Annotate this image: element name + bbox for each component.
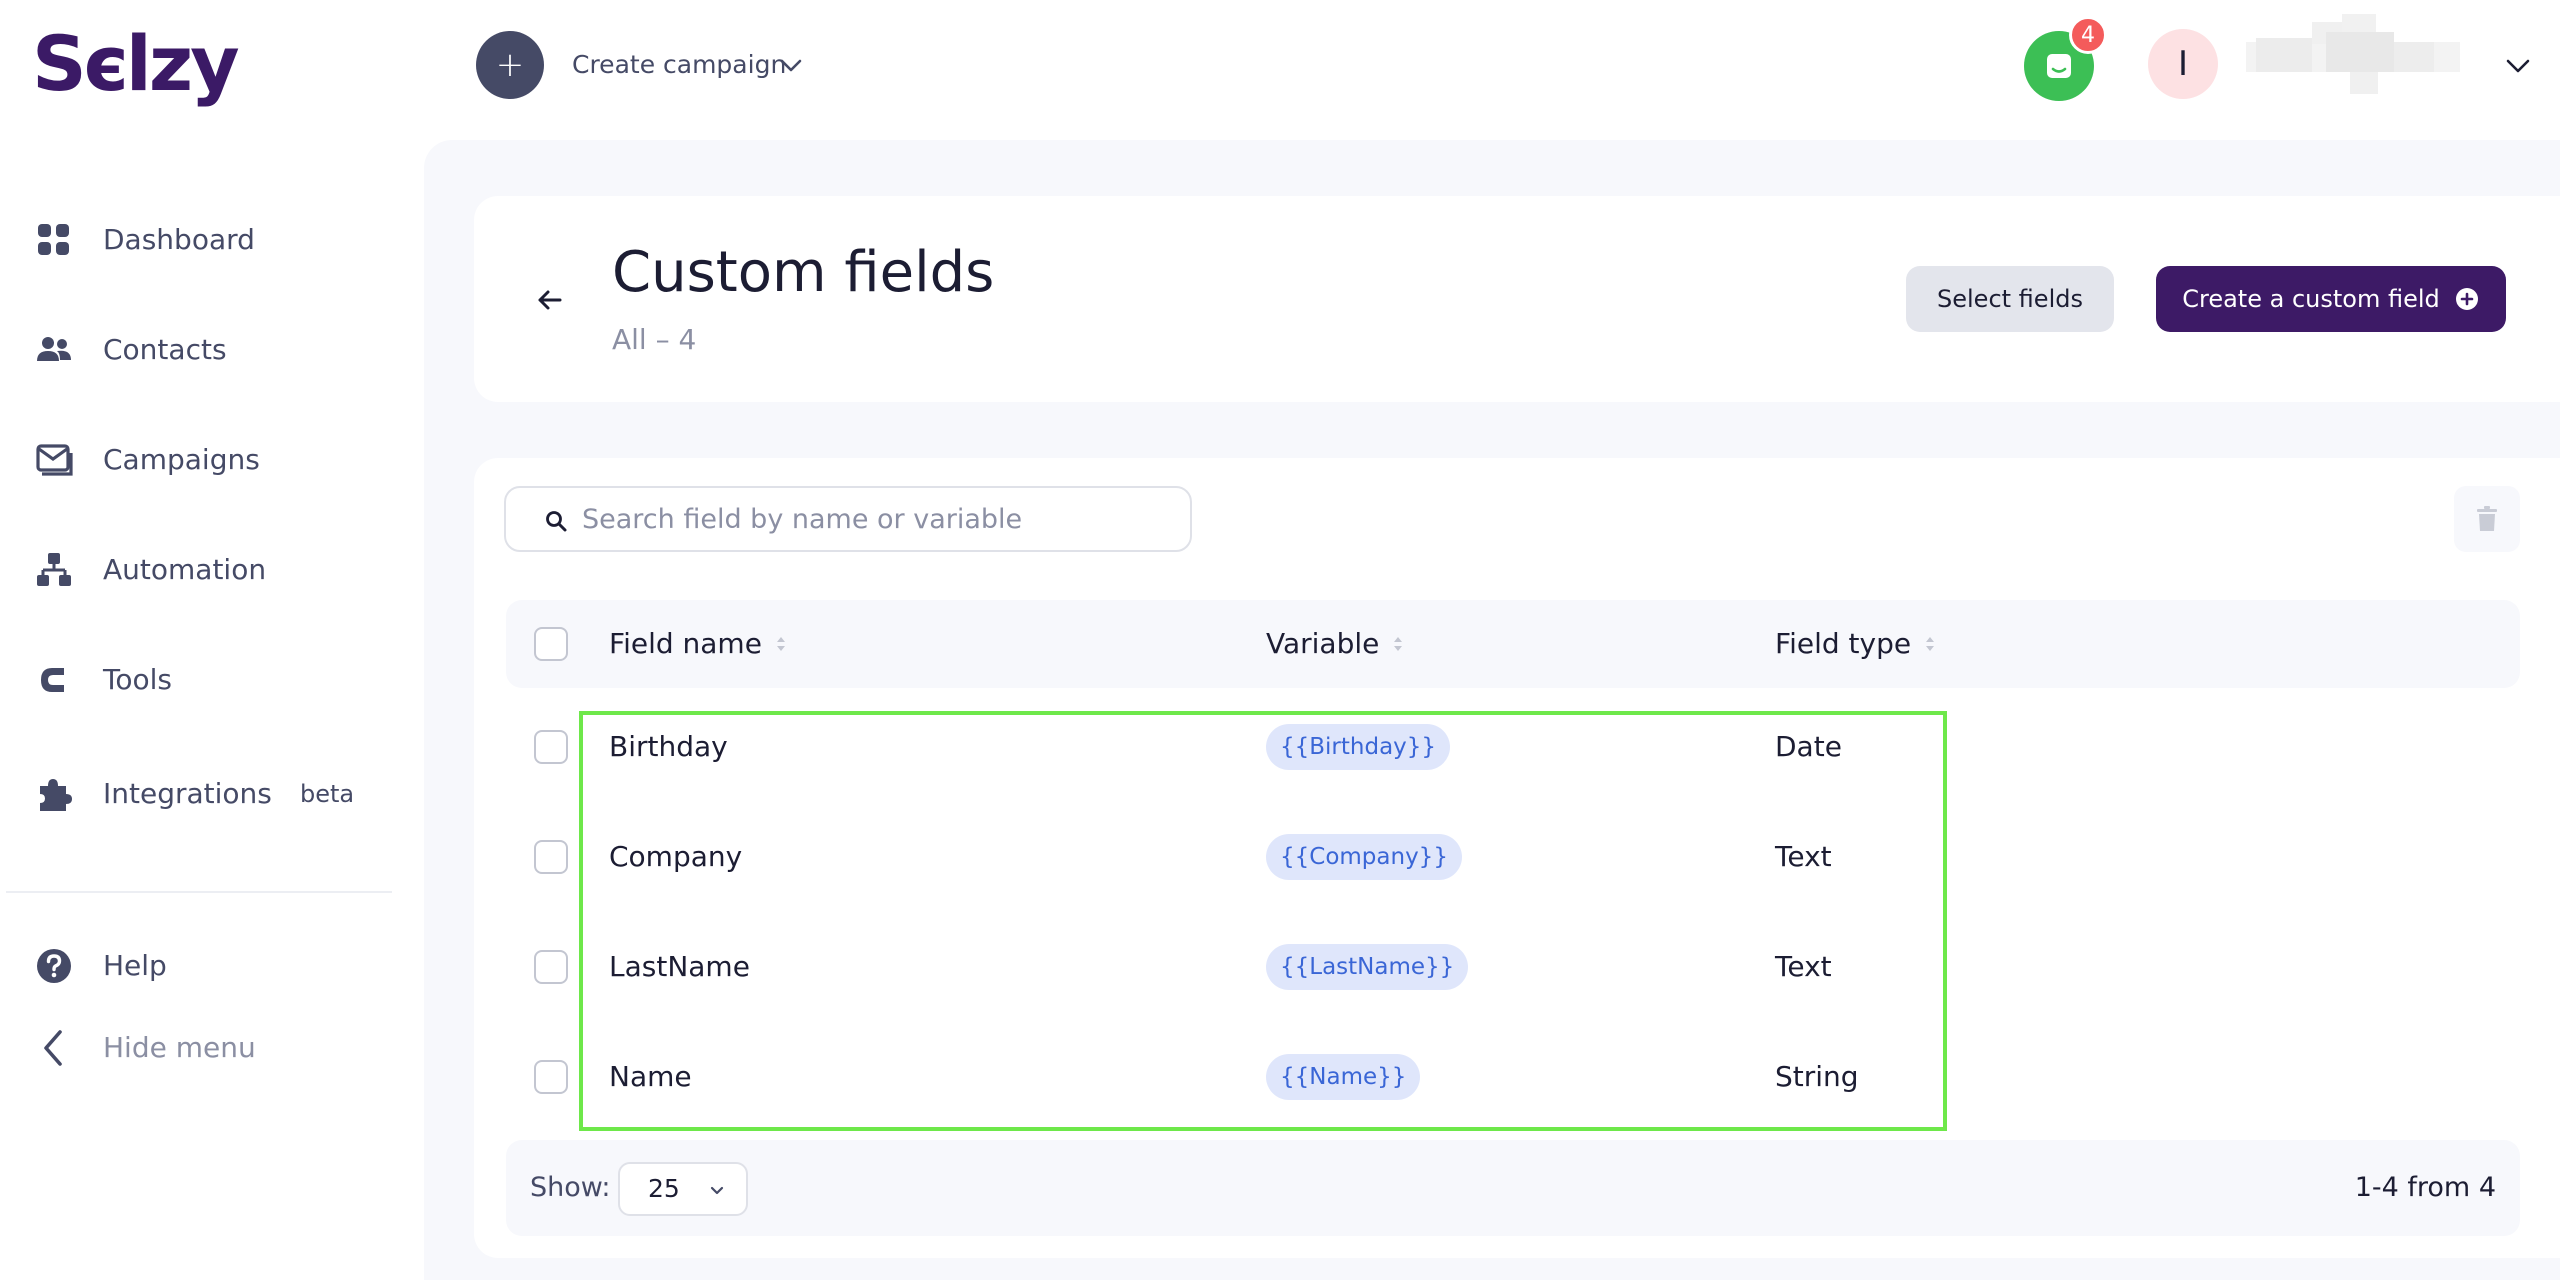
- hide-menu-label: Hide menu: [103, 1031, 256, 1064]
- column-header-label: Variable: [1266, 627, 1380, 660]
- user-name-redacted[interactable]: [2246, 14, 2460, 100]
- select-fields-label: Select fields: [1937, 285, 2083, 313]
- plus-icon: +: [495, 45, 525, 85]
- help-icon: [37, 949, 71, 983]
- automation-icon: [37, 553, 71, 586]
- variable-chip: {{Birthday}}: [1266, 724, 1451, 770]
- avatar-initial: I: [2177, 44, 2189, 84]
- sidebar-item-label: Tools: [103, 663, 172, 696]
- create-custom-field-button[interactable]: Create a custom field: [2156, 266, 2506, 332]
- variable-chip: {{Name}}: [1266, 1054, 1421, 1100]
- pagination-info: 1-4 from 4: [2354, 1172, 2496, 1203]
- table-footer: [506, 1140, 2520, 1236]
- selzy-logo[interactable]: Sєlzy: [32, 19, 240, 108]
- field-name-cell: Name: [609, 1060, 692, 1093]
- trash-icon: [2477, 506, 2497, 531]
- sidebar-item-help[interactable]: Help: [34, 942, 167, 990]
- column-header-field-type[interactable]: Field type: [1775, 624, 1937, 664]
- table-row[interactable]: Name {{Name}} String: [506, 1022, 2006, 1132]
- field-name-cell: Company: [609, 840, 743, 873]
- page-size-select[interactable]: 25: [618, 1162, 748, 1216]
- sidebar-item-dashboard[interactable]: Dashboard: [34, 216, 255, 264]
- plus-circle-icon: [2455, 288, 2478, 310]
- integrations-icon: [40, 779, 72, 811]
- search-icon: [546, 511, 567, 532]
- row-checkbox[interactable]: [534, 730, 568, 764]
- sidebar-divider: [6, 891, 392, 893]
- column-header-label: Field type: [1775, 627, 1912, 660]
- field-type-cell: Date: [1775, 730, 1842, 763]
- chevron-down-icon: [710, 1186, 724, 1195]
- sidebar-item-label: Help: [103, 949, 167, 982]
- page-size-label: Show:: [530, 1172, 611, 1203]
- table-row[interactable]: LastName {{LastName}} Text: [506, 912, 2006, 1022]
- sidebar-item-contacts[interactable]: Contacts: [34, 326, 227, 374]
- sort-icon: [1394, 637, 1403, 651]
- column-header-field-name[interactable]: Field name: [609, 624, 788, 664]
- table-row[interactable]: Birthday {{Birthday}} Date: [506, 692, 2006, 802]
- contacts-icon: [37, 337, 71, 361]
- field-name-cell: LastName: [609, 950, 750, 983]
- dashboard-icon: [38, 224, 69, 255]
- create-campaign-label[interactable]: Create campaign: [572, 48, 786, 82]
- chevron-left-icon: [44, 1030, 62, 1066]
- sidebar-item-label: Campaigns: [103, 443, 260, 476]
- field-name-cell: Birthday: [609, 730, 728, 763]
- back-arrow-icon[interactable]: [530, 282, 570, 318]
- create-custom-field-label: Create a custom field: [2182, 285, 2440, 313]
- column-header-label: Field name: [609, 627, 762, 660]
- user-avatar[interactable]: I: [2148, 29, 2218, 99]
- campaigns-icon: [36, 444, 73, 476]
- chat-icon: [2047, 54, 2071, 78]
- sidebar-item-label: Automation: [103, 553, 267, 586]
- select-fields-button[interactable]: Select fields: [1906, 266, 2114, 332]
- sidebar-item-label: Contacts: [103, 333, 227, 366]
- field-type-cell: Text: [1775, 840, 1832, 873]
- sidebar-item-automation[interactable]: Automation: [34, 546, 266, 594]
- beta-badge: beta: [300, 780, 355, 808]
- field-type-cell: String: [1775, 1060, 1859, 1093]
- row-checkbox[interactable]: [534, 1060, 568, 1094]
- row-checkbox[interactable]: [534, 950, 568, 984]
- table-header: [506, 600, 2520, 688]
- page-title: Custom fields: [612, 240, 995, 305]
- column-header-variable[interactable]: Variable: [1266, 624, 1405, 664]
- row-checkbox[interactable]: [534, 840, 568, 874]
- page-subtitle: All – 4: [612, 323, 697, 356]
- sidebar-item-label: Dashboard: [103, 223, 255, 256]
- top-bar: Sєlzy + Create campaign 4 I: [0, 0, 2560, 130]
- field-type-cell: Text: [1775, 950, 1832, 983]
- notification-badge: 4: [2069, 16, 2107, 54]
- search-input[interactable]: [582, 488, 1172, 550]
- tools-icon: [41, 668, 64, 692]
- select-all-checkbox[interactable]: [534, 627, 568, 661]
- chevron-down-icon[interactable]: [776, 50, 806, 80]
- sidebar-item-integrations[interactable]: Integrations beta: [34, 770, 354, 818]
- app: Sєlzy + Create campaign 4 I Dashboard Co…: [0, 0, 2560, 1280]
- sidebar: Dashboard Contacts Campaigns Automation …: [0, 130, 420, 1280]
- hide-menu-button[interactable]: Hide menu: [34, 1024, 256, 1072]
- sidebar-item-tools[interactable]: Tools: [34, 656, 172, 704]
- sort-icon: [776, 637, 785, 651]
- delete-button[interactable]: [2454, 486, 2520, 552]
- table-row[interactable]: Company {{Company}} Text: [506, 802, 2006, 912]
- logo-text: Sєlzy: [32, 19, 240, 108]
- create-campaign-button[interactable]: +: [476, 31, 544, 99]
- page-size-value: 25: [648, 1174, 680, 1203]
- variable-chip: {{LastName}}: [1266, 944, 1469, 990]
- sidebar-item-label: Integrations: [103, 777, 272, 810]
- chevron-down-icon[interactable]: [2502, 50, 2534, 82]
- sidebar-item-campaigns[interactable]: Campaigns: [34, 436, 260, 484]
- variable-chip: {{Company}}: [1266, 834, 1462, 880]
- search-field[interactable]: [504, 486, 1192, 552]
- sort-icon: [1926, 637, 1935, 651]
